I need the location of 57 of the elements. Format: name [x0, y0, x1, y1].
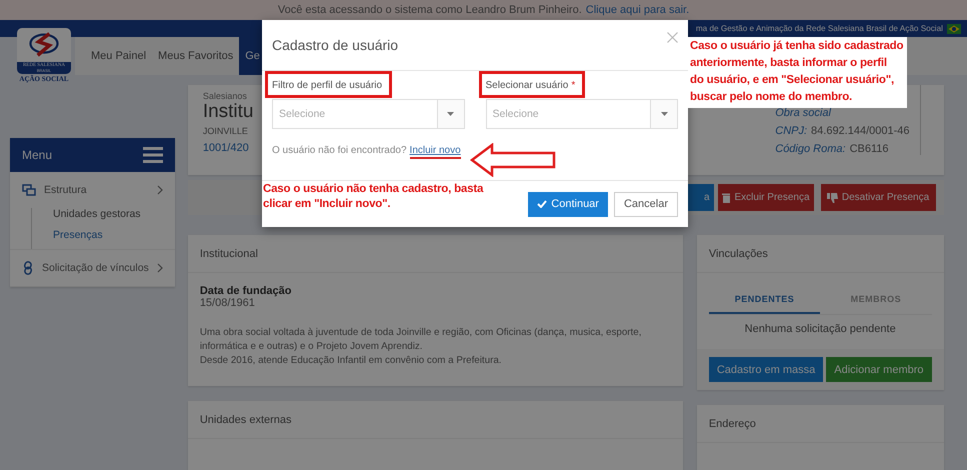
tab[interactable]: PENDENTES: [708, 289, 820, 314]
roma-label: Código Roma:: [775, 143, 846, 155]
card-title: Vinculações: [696, 235, 944, 273]
required-mark: *: [571, 80, 576, 91]
card-button[interactable]: Cadastro em massa: [708, 357, 824, 382]
not-found-text: O usuário não foi encontrado?: [272, 145, 407, 158]
submenu-item[interactable]: Presenças: [53, 229, 175, 241]
windows-icon: [22, 184, 36, 196]
founding-date: 15/08/1961: [200, 297, 256, 309]
check-icon: [537, 200, 548, 208]
card-title: Endereço: [696, 405, 944, 443]
cnpj-label: CNPJ:: [775, 125, 808, 137]
code-link[interactable]: 1001/420: [202, 142, 254, 154]
menu-title: Menu: [22, 148, 52, 162]
annotation-text: Caso o usuário não tenha cadastro, basta clicar em "Incluir novo".: [263, 182, 484, 212]
submenu-item[interactable]: Unidades gestoras: [53, 208, 175, 220]
card-title: Institucional: [188, 235, 683, 273]
action-button[interactable]: Desativar Presença: [820, 184, 936, 211]
nav-tab[interactable]: Meu Painel: [85, 37, 152, 75]
chevron-icon: [156, 263, 163, 273]
cnpj-value: 84.692.144/0001-46: [811, 125, 910, 137]
caret-icon: [447, 112, 454, 116]
field-label: Filtro de perfil de usuário: [272, 80, 382, 91]
annotation-text: Caso o usuário já tenha sido cadastrado anteriormente, basta informar o perfil do usuário, e em "Selecionar usuário", buscar pelo nome do membro.: [688, 37, 908, 108]
flag-icon: [947, 24, 961, 34]
founding-label: Data de fundação: [200, 285, 292, 297]
type-text: Obra social: [775, 107, 832, 119]
chevron-icon: [156, 185, 163, 195]
institution-name: Institu: [202, 101, 254, 123]
menu-item[interactable]: Estrutura: [10, 172, 175, 208]
select-field[interactable]: Selecione: [272, 99, 464, 129]
modal-button[interactable]: Continuar: [528, 192, 608, 216]
thumbs-down-icon: [826, 192, 838, 202]
empty-message: Nenhuma solicitação pendente: [744, 322, 897, 337]
card-button[interactable]: Adicionar membro: [826, 357, 932, 382]
description-line: Desde 2016, atende Educação Infantil em convênio com a Prefeitura.: [200, 354, 503, 368]
select-field[interactable]: Selecione: [486, 99, 678, 129]
trash-icon: [722, 192, 730, 202]
add-new-link[interactable]: Incluir novo: [410, 145, 461, 159]
card-title: Unidades externas: [188, 401, 683, 439]
logout-link[interactable]: Clique aqui para sair.: [586, 4, 690, 16]
roma-value: CB6116: [850, 143, 889, 155]
system-name: ma de Gestão e Animação da Rede Salesiana Brasil de Ação Social: [696, 24, 943, 33]
nav-tab[interactable]: Meus Favoritos: [152, 37, 240, 75]
city-text: JOINVILLE: [202, 126, 249, 136]
modal-button[interactable]: Cancelar: [614, 192, 678, 216]
breadcrumb: Salesianos: [202, 91, 248, 101]
link-icon: [22, 261, 34, 275]
session-text: Você esta acessando o sistema como Leandro Brum Pinheiro.: [278, 4, 582, 16]
field-label: Selecionar usuário: [486, 80, 568, 91]
action-button[interactable]: Excluir Presença: [718, 184, 814, 211]
menu-item[interactable]: Solicitação de vínculos: [10, 250, 175, 286]
modal-title: Cadastro de usuário: [272, 37, 398, 53]
caret-icon: [660, 112, 668, 116]
description-line: Uma obra social voltada à juventude de toda Joinville e região, com Oficinas (dança, musica, esporte,: [200, 326, 642, 340]
menu-icon[interactable]: [142, 147, 163, 163]
description-line: informática e e outras) e o Projeto Jovem Aprendiz.: [200, 340, 424, 354]
